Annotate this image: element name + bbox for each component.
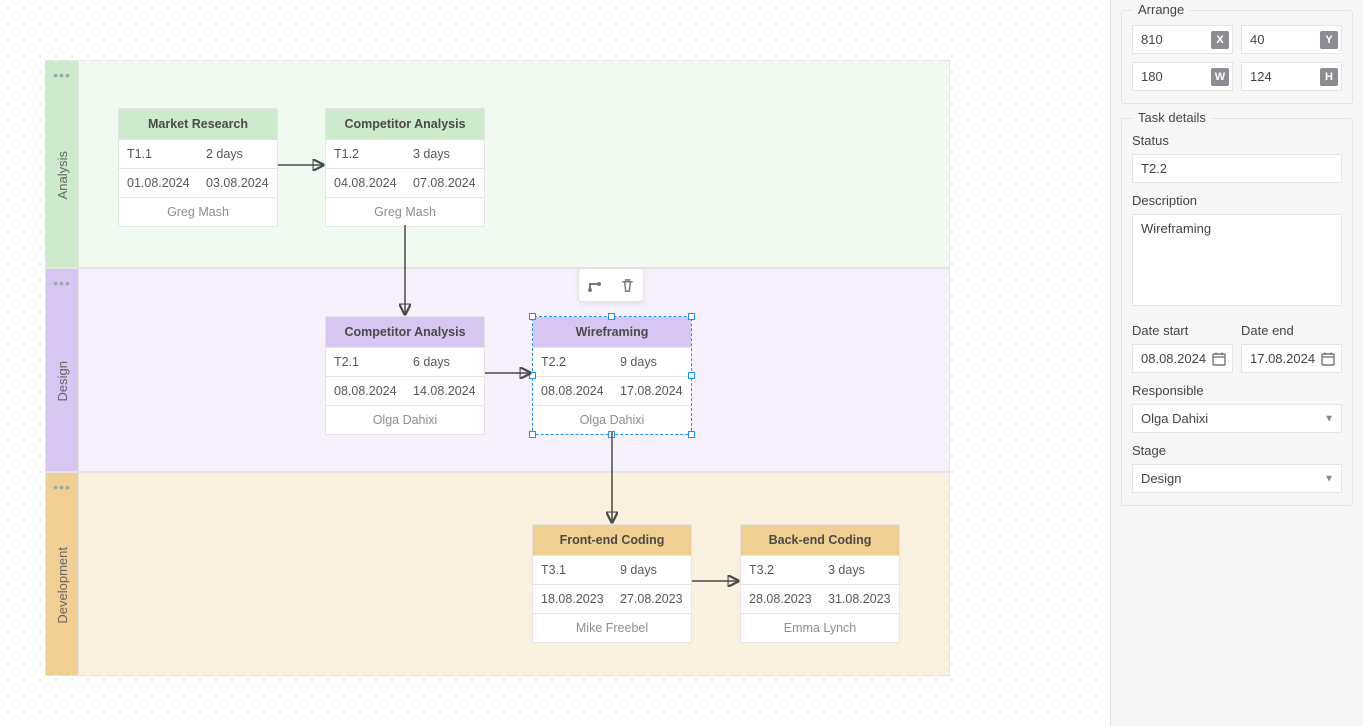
delete-icon[interactable] [611, 269, 643, 301]
responsible-label: Responsible [1132, 383, 1342, 398]
resize-handle[interactable] [529, 372, 536, 379]
arrange-h[interactable]: H [1241, 62, 1342, 91]
card-owner: Olga Dahixi [326, 406, 484, 434]
card-date-end: 03.08.2024 [198, 169, 277, 197]
task-card-t21[interactable]: Competitor Analysis T2.16 days 08.08.202… [325, 316, 485, 435]
task-details-group: Task details Status Description Date sta… [1121, 118, 1353, 506]
lane-design[interactable]: ••• Design [45, 268, 950, 472]
resize-handle[interactable] [608, 431, 615, 438]
more-icon[interactable]: ••• [53, 275, 71, 291]
card-duration: 6 days [405, 348, 484, 376]
card-duration: 2 days [198, 140, 277, 168]
card-id: T3.1 [533, 556, 612, 584]
date-end-label: Date end [1241, 323, 1342, 338]
card-id: T2.1 [326, 348, 405, 376]
diagram-canvas[interactable]: ••• Analysis ••• Design ••• Development … [0, 0, 1110, 726]
card-title: Back-end Coding [741, 525, 899, 556]
lane-label: Design [55, 361, 70, 401]
responsible-select[interactable]: Olga Dahixi ▼ [1132, 404, 1342, 433]
w-badge: W [1211, 68, 1229, 86]
task-card-t11[interactable]: Market Research T1.12 days 01.08.202403.… [118, 108, 278, 227]
lane-handle-design[interactable]: ••• Design [45, 268, 79, 472]
task-card-t31[interactable]: Front-end Coding T3.19 days 18.08.202327… [532, 524, 692, 643]
h-badge: H [1320, 68, 1338, 86]
status-input[interactable] [1132, 154, 1342, 183]
card-date-start: 08.08.2024 [533, 377, 612, 405]
resize-handle[interactable] [688, 372, 695, 379]
card-id: T1.1 [119, 140, 198, 168]
card-id: T2.2 [533, 348, 612, 376]
properties-panel: Arrange X Y W H Task details Status Desc [1110, 0, 1363, 726]
card-duration: 3 days [820, 556, 899, 584]
card-duration: 3 days [405, 140, 484, 168]
lane-body-design[interactable] [79, 268, 950, 472]
date-start-label: Date start [1132, 323, 1233, 338]
arrange-w[interactable]: W [1132, 62, 1233, 91]
card-title: Front-end Coding [533, 525, 691, 556]
selection-toolbar [578, 268, 644, 302]
card-date-end: 27.08.2023 [612, 585, 691, 613]
card-owner: Mike Freebel [533, 614, 691, 642]
card-date-start: 01.08.2024 [119, 169, 198, 197]
card-owner: Greg Mash [326, 198, 484, 226]
calendar-icon[interactable] [1320, 351, 1336, 367]
card-title: Market Research [119, 109, 277, 140]
connect-icon[interactable] [579, 269, 611, 301]
stage-value[interactable]: Design [1132, 464, 1342, 493]
arrange-y[interactable]: Y [1241, 25, 1342, 54]
stage-select[interactable]: Design ▼ [1132, 464, 1342, 493]
arrange-group: Arrange X Y W H [1121, 10, 1353, 104]
card-title: Competitor Analysis [326, 109, 484, 140]
card-owner: Greg Mash [119, 198, 277, 226]
stage-label: Stage [1132, 443, 1342, 458]
card-date-end: 31.08.2023 [820, 585, 899, 613]
task-card-t12[interactable]: Competitor Analysis T1.23 days 04.08.202… [325, 108, 485, 227]
resize-handle[interactable] [529, 431, 536, 438]
resize-handle[interactable] [608, 313, 615, 320]
task-card-t22[interactable]: Wireframing T2.29 days 08.08.202417.08.2… [532, 316, 692, 435]
card-date-end: 14.08.2024 [405, 377, 484, 405]
lane-label: Development [55, 547, 70, 624]
card-date-start: 28.08.2023 [741, 585, 820, 613]
card-duration: 9 days [612, 348, 691, 376]
more-icon[interactable]: ••• [53, 67, 71, 83]
lane-handle-development[interactable]: ••• Development [45, 472, 79, 676]
card-date-start: 08.08.2024 [326, 377, 405, 405]
x-badge: X [1211, 31, 1229, 49]
group-title: Arrange [1132, 2, 1190, 17]
y-badge: Y [1320, 31, 1338, 49]
task-card-t32[interactable]: Back-end Coding T3.23 days 28.08.202331.… [740, 524, 900, 643]
card-title: Wireframing [533, 317, 691, 348]
resize-handle[interactable] [529, 313, 536, 320]
card-date-end: 07.08.2024 [405, 169, 484, 197]
resize-handle[interactable] [688, 313, 695, 320]
card-owner: Emma Lynch [741, 614, 899, 642]
description-label: Description [1132, 193, 1342, 208]
card-title: Competitor Analysis [326, 317, 484, 348]
card-owner: Olga Dahixi [533, 406, 691, 434]
more-icon[interactable]: ••• [53, 479, 71, 495]
responsible-value[interactable]: Olga Dahixi [1132, 404, 1342, 433]
card-date-start: 04.08.2024 [326, 169, 405, 197]
card-date-end: 17.08.2024 [612, 377, 691, 405]
card-date-start: 18.08.2023 [533, 585, 612, 613]
resize-handle[interactable] [688, 431, 695, 438]
card-id: T3.2 [741, 556, 820, 584]
lane-label: Analysis [55, 151, 70, 199]
description-input[interactable] [1132, 214, 1342, 306]
arrange-x[interactable]: X [1132, 25, 1233, 54]
calendar-icon[interactable] [1211, 351, 1227, 367]
lane-handle-analysis[interactable]: ••• Analysis [45, 60, 79, 268]
card-duration: 9 days [612, 556, 691, 584]
card-id: T1.2 [326, 140, 405, 168]
status-label: Status [1132, 133, 1342, 148]
group-title: Task details [1132, 110, 1212, 125]
